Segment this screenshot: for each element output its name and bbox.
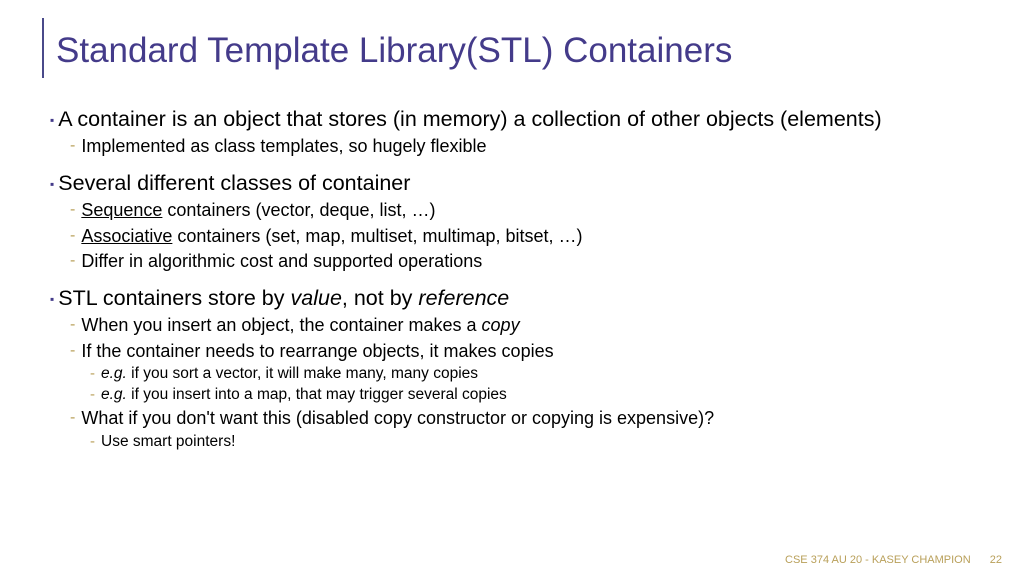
sub2-bullet-smart-ptr: - Use smart pointers!: [90, 432, 974, 452]
sub-text: When you insert an object, the container…: [81, 314, 519, 337]
sub2-bullet-sort-vector: - e.g. if you sort a vector, it will mak…: [90, 364, 974, 384]
title-wrap: Standard Template Library(STL) Container…: [42, 18, 974, 78]
sub2-bullet-insert-map: - e.g. if you insert into a map, that ma…: [90, 385, 974, 405]
sub2-text: Use smart pointers!: [101, 432, 235, 452]
sub-text: Implemented as class templates, so hugel…: [81, 135, 486, 158]
slide-title: Standard Template Library(STL) Container…: [56, 18, 974, 78]
slide-footer: CSE 374 AU 20 - KASEY CHAMPION 22: [785, 554, 1002, 566]
bullet-text: Several different classes of container: [58, 170, 410, 197]
sub-bullet-associative: - Associative containers (set, map, mult…: [70, 225, 974, 248]
sub-bullet-sequence: - Sequence containers (vector, deque, li…: [70, 199, 974, 222]
sub-text: What if you don't want this (disabled co…: [81, 407, 714, 430]
slide-content: ▪ A container is an object that stores (…: [42, 106, 974, 452]
slide: Standard Template Library(STL) Container…: [0, 0, 1024, 576]
bullet-container-defn: ▪ A container is an object that stores (…: [50, 106, 974, 133]
square-bullet-icon: ▪: [50, 292, 54, 306]
footer-course: CSE 374 AU 20 - KASEY CHAMPION: [785, 554, 971, 566]
footer-page-number: 22: [990, 554, 1002, 566]
bullet-classes: ▪ Several different classes of container: [50, 170, 974, 197]
bullet-text: A container is an object that stores (in…: [58, 106, 881, 133]
sub-text: Sequence containers (vector, deque, list…: [81, 199, 435, 222]
bullet-store-by-value: ▪ STL containers store by value, not by …: [50, 285, 974, 312]
dash-icon: -: [70, 201, 75, 219]
dash-icon: -: [70, 316, 75, 334]
dash-icon: -: [70, 342, 75, 360]
sub-text: If the container needs to rearrange obje…: [81, 340, 553, 363]
dash-icon: -: [90, 433, 95, 450]
square-bullet-icon: ▪: [50, 113, 54, 127]
sub2-text: e.g. if you sort a vector, it will make …: [101, 364, 478, 384]
sub-bullet-insert-copy: - When you insert an object, the contain…: [70, 314, 974, 337]
dash-icon: -: [70, 227, 75, 245]
dash-icon: -: [70, 137, 75, 155]
dash-icon: -: [90, 365, 95, 382]
dash-icon: -: [70, 409, 75, 427]
sub-text: Associative containers (set, map, multis…: [81, 225, 582, 248]
sub-bullet-rearrange: - If the container needs to rearrange ob…: [70, 340, 974, 363]
dash-icon: -: [90, 386, 95, 403]
sub-bullet: - Implemented as class templates, so hug…: [70, 135, 974, 158]
square-bullet-icon: ▪: [50, 177, 54, 191]
sub-text: Differ in algorithmic cost and supported…: [81, 250, 482, 273]
sub-bullet-differ: - Differ in algorithmic cost and support…: [70, 250, 974, 273]
bullet-text: STL containers store by value, not by re…: [58, 285, 509, 312]
dash-icon: -: [70, 252, 75, 270]
sub-bullet-whatif: - What if you don't want this (disabled …: [70, 407, 974, 430]
sub2-text: e.g. if you insert into a map, that may …: [101, 385, 507, 405]
